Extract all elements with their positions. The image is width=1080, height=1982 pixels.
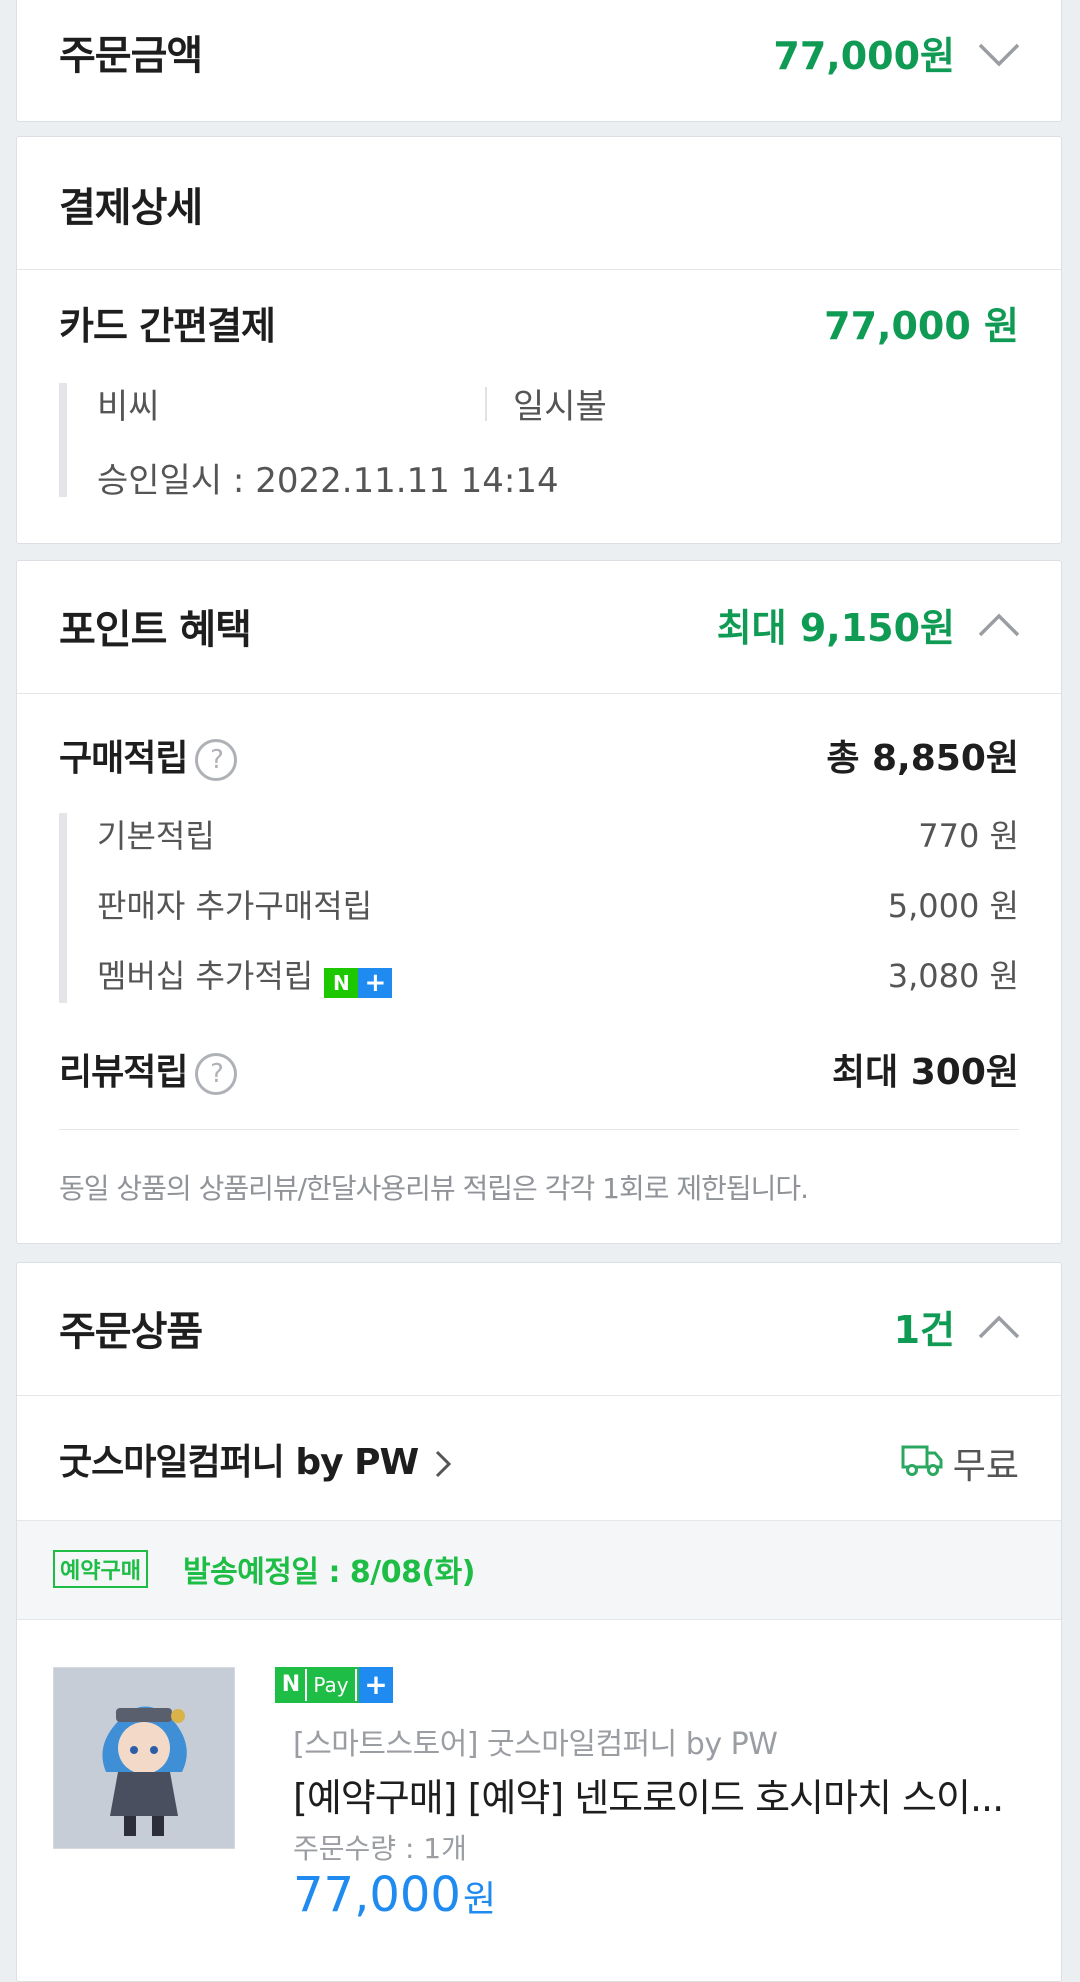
purchase-points-row: 구매적립? [59, 729, 238, 781]
payment-detail-title: 결제상세 [59, 185, 203, 231]
chevron-down-icon[interactable] [977, 41, 1021, 69]
payment-method: 카드 간편결제 [59, 304, 276, 348]
points-notice: 동일 상품의 상품리뷰/한달사용리뷰 적립은 각각 1회로 제한됩니다. [59, 1172, 809, 1205]
approval-datetime: 승인일시 : 2022.11.11 14:14 [97, 461, 559, 501]
product-thumbnail [53, 1667, 235, 1849]
divider [17, 269, 1061, 270]
payment-amount: 77,000 원 [824, 304, 1019, 348]
npay-plus-badge: N Pay + [275, 1667, 393, 1703]
product-name[interactable]: [예약구매] [예약] 넨도로이드 호시마치 스이... [293, 1767, 1053, 1822]
ship-date: 발송예정일 : 8/08(화) [183, 1555, 476, 1590]
points-bar [59, 813, 67, 1003]
purchase-points-total: 총 8,850원 [826, 738, 1019, 779]
npay-box: N Pay [275, 1667, 359, 1703]
membership-row: 멤버십 추가적립 N + [97, 951, 393, 998]
divider [59, 1129, 1019, 1130]
product-price: 77,000 [293, 1867, 461, 1923]
plus-icon: + [358, 967, 393, 998]
order-items-count: 1건 [893, 1308, 955, 1352]
points-item-value: 5,000 원 [887, 887, 1019, 925]
product-qty: 주문수량 : 1개 [293, 1832, 467, 1865]
installment: 일시불 [513, 387, 607, 427]
points-max: 최대 9,150원 [716, 606, 955, 650]
naver-plus-badge: N + [324, 967, 393, 998]
detail-bar [59, 383, 67, 497]
product-store-tag: [스마트스토어] 굿스마일컴퍼니 by PW [293, 1727, 778, 1762]
shipping-fee: 무료 [952, 1446, 1019, 1487]
purchase-points-label: 구매적립 [59, 738, 188, 779]
n-logo-icon: N [324, 967, 359, 998]
chevron-up-icon[interactable] [977, 611, 1021, 639]
chevron-right-icon [435, 1450, 451, 1478]
points-card: 포인트 혜택 최대 9,150원 구매적립? 총 8,850원 기본적립 770… [16, 560, 1062, 1244]
review-points-label: 리뷰적립 [59, 1052, 188, 1093]
points-item-value: 770 원 [918, 817, 1019, 855]
product-price-row: 77,000원 [293, 1867, 496, 1923]
store-link[interactable]: 굿스마일컴퍼니 by PW [59, 1433, 452, 1485]
order-amount-value: 77,000원 [773, 34, 955, 78]
chevron-up-icon[interactable] [977, 1313, 1021, 1341]
payment-detail-card: 결제상세 카드 간편결제 77,000 원 비씨 일시불 승인일시 : 2022… [16, 136, 1062, 544]
npay-plus-icon: + [359, 1667, 393, 1703]
points-item-label: 기본적립 [97, 817, 215, 855]
product-price-unit: 원 [462, 1879, 497, 1920]
points-title: 포인트 혜택 [59, 607, 252, 653]
order-amount-title: 주문금액 [59, 33, 203, 79]
order-amount-card[interactable]: 주문금액 77,000원 [16, 0, 1062, 122]
reservation-badge: 예약구매 [53, 1550, 148, 1588]
divider [17, 1395, 1061, 1396]
help-icon[interactable]: ? [195, 1053, 238, 1095]
npay-n-icon: N [277, 1669, 305, 1701]
divider [17, 693, 1061, 694]
product-row[interactable]: N Pay + [스마트스토어] 굿스마일컴퍼니 by PW [예약구매] [예… [17, 1619, 1061, 1981]
help-icon[interactable]: ? [195, 739, 238, 781]
store-name: 굿스마일컴퍼니 by PW [59, 1442, 419, 1483]
points-item-value: 3,080 원 [887, 957, 1019, 995]
points-item-label: 판매자 추가구매적립 [97, 887, 373, 925]
order-items-card: 주문상품 1건 굿스마일컴퍼니 by PW 무료 예약구매 발송예정일 : 8/… [16, 1262, 1062, 1982]
delivery-truck-icon [901, 1445, 943, 1476]
points-item-label: 멤버십 추가적립 [97, 957, 314, 995]
reservation-band: 예약구매 발송예정일 : 8/08(화) [17, 1520, 1061, 1620]
review-points-row: 리뷰적립? [59, 1043, 238, 1095]
column-divider [485, 387, 487, 421]
order-items-title: 주문상품 [59, 1309, 203, 1355]
card-company: 비씨 [97, 387, 160, 427]
review-points-value: 최대 300원 [831, 1052, 1019, 1093]
npay-label: Pay [307, 1669, 355, 1701]
